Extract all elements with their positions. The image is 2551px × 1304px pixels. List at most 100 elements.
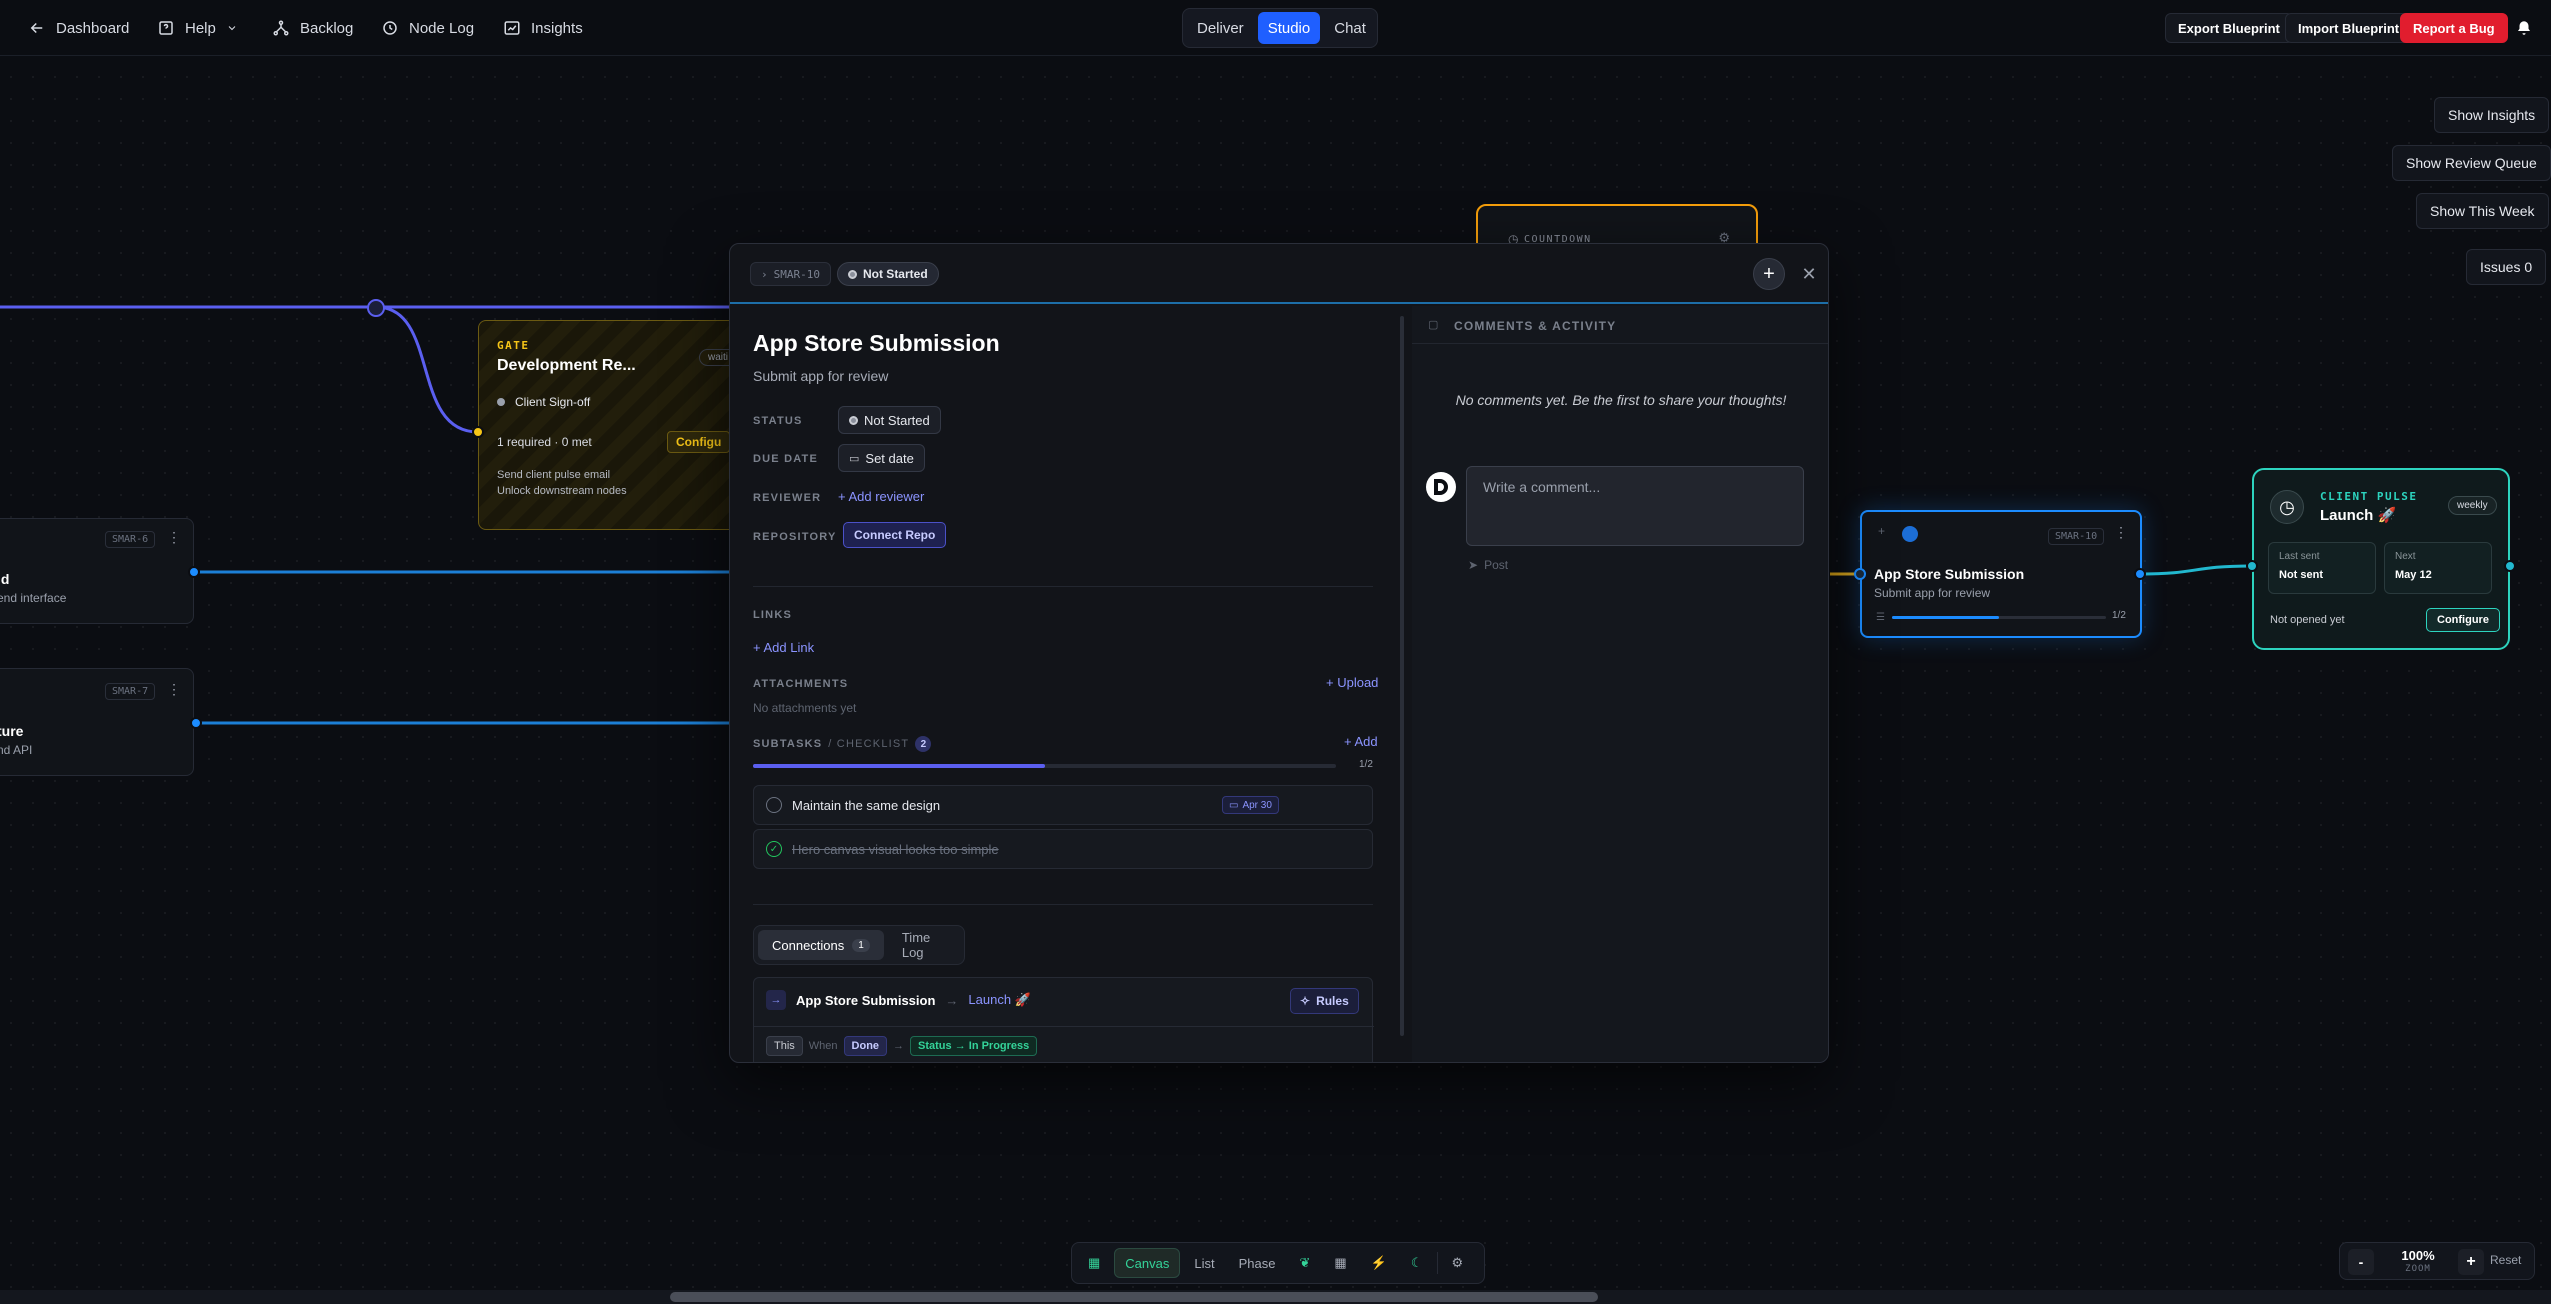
node-tag: SMAR-10	[2048, 528, 2105, 545]
gate-title: Development Re...	[497, 357, 636, 374]
connection-card[interactable]: → App Store Submission → Launch 🚀 ✧ Rule…	[753, 977, 1374, 1062]
reset-zoom-button[interactable]: Reset	[2490, 1253, 2521, 1267]
comments-header-label: COMMENTS & ACTIVITY	[1454, 319, 1617, 333]
app-store-node[interactable]: + SMAR-10 ⋮ App Store Submission Submit …	[1860, 510, 2142, 638]
node-b-output-port[interactable]	[190, 717, 202, 729]
zoom-controls: - 100% ZOOM + Reset	[2339, 1242, 2535, 1280]
task-title[interactable]: App Store Submission	[753, 330, 1000, 357]
task-detail-modal: › SMAR-10 Not Started + ✕ App Store Submi…	[729, 243, 1829, 1063]
node-tag: SMAR-6	[105, 531, 156, 548]
task-subtitle[interactable]: Submit app for review	[753, 368, 888, 384]
empty-comments-text: No comments yet. Be the first to share y…	[1455, 392, 1787, 408]
subtask-item[interactable]: ✓ Hero canvas visual looks too simple	[753, 829, 1373, 869]
last-sent-value: Not sent	[2279, 569, 2323, 581]
list-view-button[interactable]: List	[1184, 1248, 1224, 1278]
pulse-output-port[interactable]	[2504, 560, 2516, 572]
horizontal-scrollbar[interactable]	[0, 1290, 2551, 1304]
add-button[interactable]: +	[1753, 258, 1785, 290]
task-id-chip[interactable]: › SMAR-10	[750, 262, 831, 286]
grid-icon: ▦	[1088, 1255, 1101, 1270]
gate-action-2: Unlock downstream nodes	[497, 485, 627, 497]
pulse-status: Not opened yet	[2270, 614, 2345, 626]
app-output-port[interactable]	[2134, 568, 2146, 580]
pulse-kind: CLIENT PULSE	[2320, 490, 2418, 503]
calendar-icon: ▭	[1229, 799, 1239, 811]
gate-requirement: 1 required · 0 met	[497, 435, 592, 449]
edge-app-pulse	[2139, 564, 2253, 576]
client-pulse-node[interactable]: ◷ CLIENT PULSE Launch 🚀 weekly Last sent…	[2252, 468, 2510, 650]
more-icon[interactable]: ⋮	[167, 529, 181, 546]
issues-button[interactable]: Issues 0	[2466, 249, 2547, 285]
automation-button[interactable]: ⚡	[1361, 1248, 1397, 1278]
show-this-week-button[interactable]: Show This Week	[2416, 193, 2549, 229]
close-button[interactable]: ✕	[1793, 258, 1825, 290]
comments-pane: ▢ COMMENTS & ACTIVITY No comments yet. B…	[1412, 306, 1828, 1062]
connection-route: → App Store Submission → Launch 🚀	[766, 990, 1031, 1010]
comment-placeholder: Write a comment...	[1483, 479, 1601, 495]
subtask-item[interactable]: Maintain the same design ▭ Apr 30	[753, 785, 1373, 825]
rules-button[interactable]: ✧ Rules	[1290, 988, 1359, 1014]
app-input-port[interactable]	[1854, 568, 1866, 580]
pulse-input-port[interactable]	[2246, 560, 2258, 572]
status-chip[interactable]: Not Started	[836, 262, 939, 286]
gate-configure-button[interactable]: Configu	[667, 431, 731, 453]
drag-handle-icon[interactable]: +	[1878, 524, 1885, 538]
avatar	[1426, 472, 1456, 502]
canvas-view-button[interactable]: Canvas	[1114, 1248, 1181, 1278]
add-reviewer-link[interactable]: + Add reviewer	[838, 489, 924, 504]
add-link-button[interactable]: + Add Link	[753, 640, 814, 655]
gate-input-port[interactable]	[472, 426, 484, 438]
zoom-out-button[interactable]: -	[2348, 1249, 2374, 1275]
node-title: ture	[0, 723, 24, 739]
upload-button[interactable]: + Upload	[1326, 675, 1378, 690]
leaf-button[interactable]: ❦	[1289, 1248, 1320, 1278]
show-review-queue-button[interactable]: Show Review Queue	[2392, 145, 2551, 181]
more-icon[interactable]: ⋮	[167, 681, 181, 698]
node-smar-6[interactable]: SMAR-6 ⋮ ld end interface	[0, 518, 194, 624]
divider	[753, 904, 1373, 905]
matrix-button[interactable]: ▦	[1324, 1248, 1356, 1278]
pulse-configure-button[interactable]: Configure	[2426, 608, 2500, 632]
tab-time-log[interactable]: Time Log	[888, 930, 960, 960]
subtask-date-chip[interactable]: ▭ Apr 30	[1222, 796, 1279, 814]
due-date-picker[interactable]: ▭ Set date	[838, 444, 925, 472]
post-button[interactable]: ➤ Post	[1468, 558, 1508, 572]
zoom-value: 100%	[2401, 1248, 2435, 1263]
subtasks-progress-fill	[753, 764, 1045, 768]
next-value: May 12	[2395, 569, 2432, 581]
phase-view-button[interactable]: Phase	[1229, 1248, 1286, 1278]
checklist-label: / CHECKLIST	[828, 738, 910, 750]
zoom-in-button[interactable]: +	[2458, 1249, 2484, 1275]
gate-node[interactable]: GATE Development Re... waiti Client Sign…	[478, 320, 738, 530]
add-subtask-button[interactable]: + Add	[1344, 734, 1378, 749]
zoom-in-label: +	[2466, 1253, 2476, 1270]
connection-to[interactable]: Launch 🚀	[968, 992, 1030, 1008]
pending-icon	[497, 398, 505, 406]
show-insights-button[interactable]: Show Insights	[2434, 97, 2550, 133]
checkbox[interactable]	[766, 797, 782, 813]
check-icon: ✓	[769, 843, 779, 855]
checkbox-checked[interactable]: ✓	[766, 841, 782, 857]
theme-button[interactable]: ☾	[1401, 1248, 1433, 1278]
grid-view-button[interactable]: ▦	[1078, 1248, 1110, 1278]
comment-input[interactable]: Write a comment...	[1466, 466, 1804, 546]
tab-connections[interactable]: Connections 1	[758, 930, 884, 960]
details-scrollbar[interactable]	[1400, 316, 1404, 1036]
node-a-output-port[interactable]	[188, 566, 200, 578]
leaf-icon: ❦	[1299, 1255, 1311, 1270]
node-smar-7[interactable]: SMAR-7 ⋮ ture nd API	[0, 668, 194, 776]
settings-button[interactable]: ⚙	[1442, 1248, 1474, 1278]
last-sent-label: Last sent	[2279, 551, 2320, 562]
rule-when: When	[808, 1040, 838, 1052]
scrollbar-thumb[interactable]	[670, 1292, 1598, 1302]
due-date-label: DUE DATE	[753, 453, 819, 465]
node-title: ld	[0, 571, 10, 587]
connect-repo-button[interactable]: Connect Repo	[843, 522, 947, 548]
status-select[interactable]: Not Started	[838, 406, 941, 434]
status-label: STATUS	[753, 415, 803, 427]
links-label: LINKS	[753, 609, 792, 621]
next-box: Next May 12	[2384, 542, 2492, 594]
comment-icon: ▢	[1428, 319, 1439, 331]
more-icon[interactable]: ⋮	[2114, 524, 2128, 541]
subtasks-count: 2	[915, 736, 932, 752]
